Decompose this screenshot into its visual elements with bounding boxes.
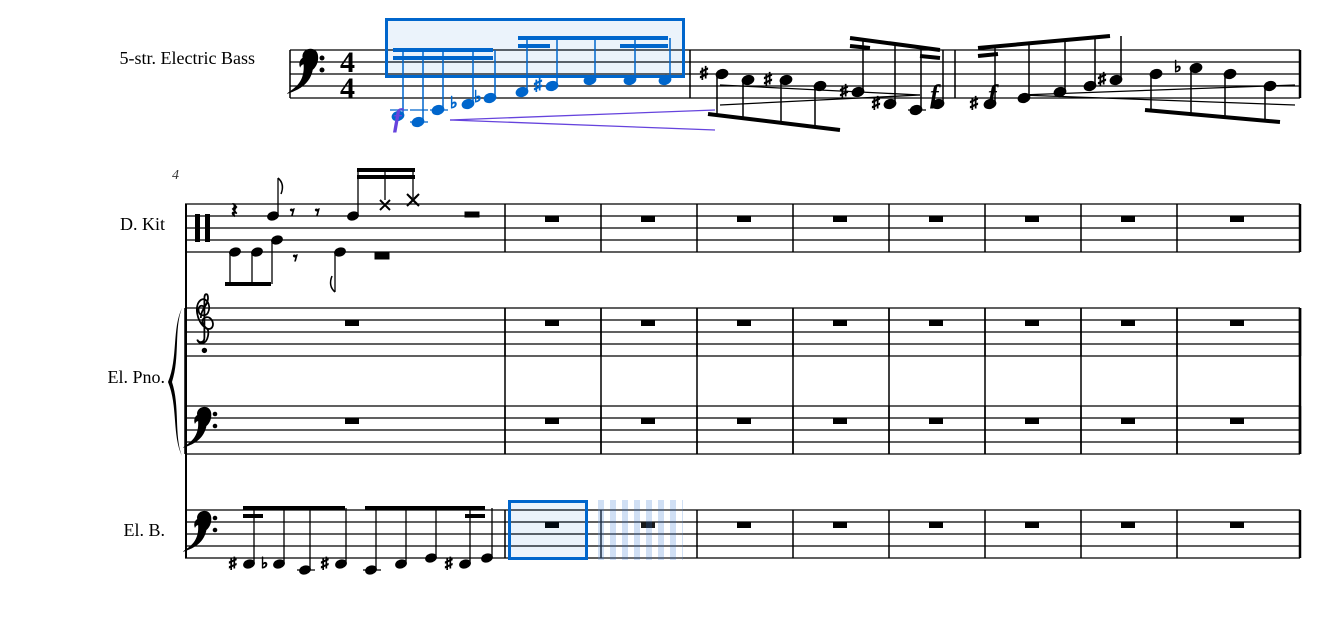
svg-text:♯: ♯ xyxy=(970,95,978,112)
staff-dkit[interactable]: 𝄽 𝄾 𝄾 𝄾 xyxy=(185,170,1300,290)
selection-secondary-fade[interactable] xyxy=(598,500,683,560)
hairpin-2[interactable] xyxy=(720,80,920,110)
time-sig-den: 4 xyxy=(340,72,355,105)
svg-text:♯: ♯ xyxy=(229,556,237,572)
hairpin-1[interactable] xyxy=(450,100,720,140)
piano-barlines xyxy=(185,308,1300,456)
svg-text:𝄽: 𝄽 xyxy=(231,198,238,223)
elb-label: El. B. xyxy=(50,520,165,541)
svg-text:♭: ♭ xyxy=(261,556,268,572)
svg-text:𝄾: 𝄾 xyxy=(290,202,295,222)
svg-text:♯: ♯ xyxy=(445,556,453,572)
dkit-label: D. Kit xyxy=(50,214,165,235)
svg-text:𝄾: 𝄾 xyxy=(293,248,298,268)
elpno-label: El. Pno. xyxy=(50,367,165,388)
svg-text:♯: ♯ xyxy=(534,77,542,94)
svg-text:♭: ♭ xyxy=(1174,59,1182,76)
svg-text:♯: ♯ xyxy=(321,556,329,572)
dynamic-f-2[interactable]: f xyxy=(930,80,939,110)
dynamic-f-1[interactable]: f xyxy=(393,104,402,134)
score-container: 5-str. Electric Bass 4 4 xyxy=(0,0,1339,627)
bass-clef-icon xyxy=(287,49,325,94)
measure-number: 4 xyxy=(172,168,179,184)
dynamic-f-3[interactable]: f xyxy=(988,80,997,110)
bass-label: 5-str. Electric Bass xyxy=(5,48,255,69)
measure-4-bass-notes[interactable]: ♯ ♭ ♯ ♯ xyxy=(229,508,493,576)
selection-primary[interactable] xyxy=(385,18,685,78)
svg-text:♯: ♯ xyxy=(700,65,708,82)
svg-text:𝄾: 𝄾 xyxy=(315,202,320,222)
selection-secondary[interactable] xyxy=(508,500,588,560)
hairpin-3[interactable] xyxy=(1020,80,1295,110)
staff-bass-system2[interactable]: ♯ ♭ ♯ ♯ xyxy=(185,510,1300,610)
